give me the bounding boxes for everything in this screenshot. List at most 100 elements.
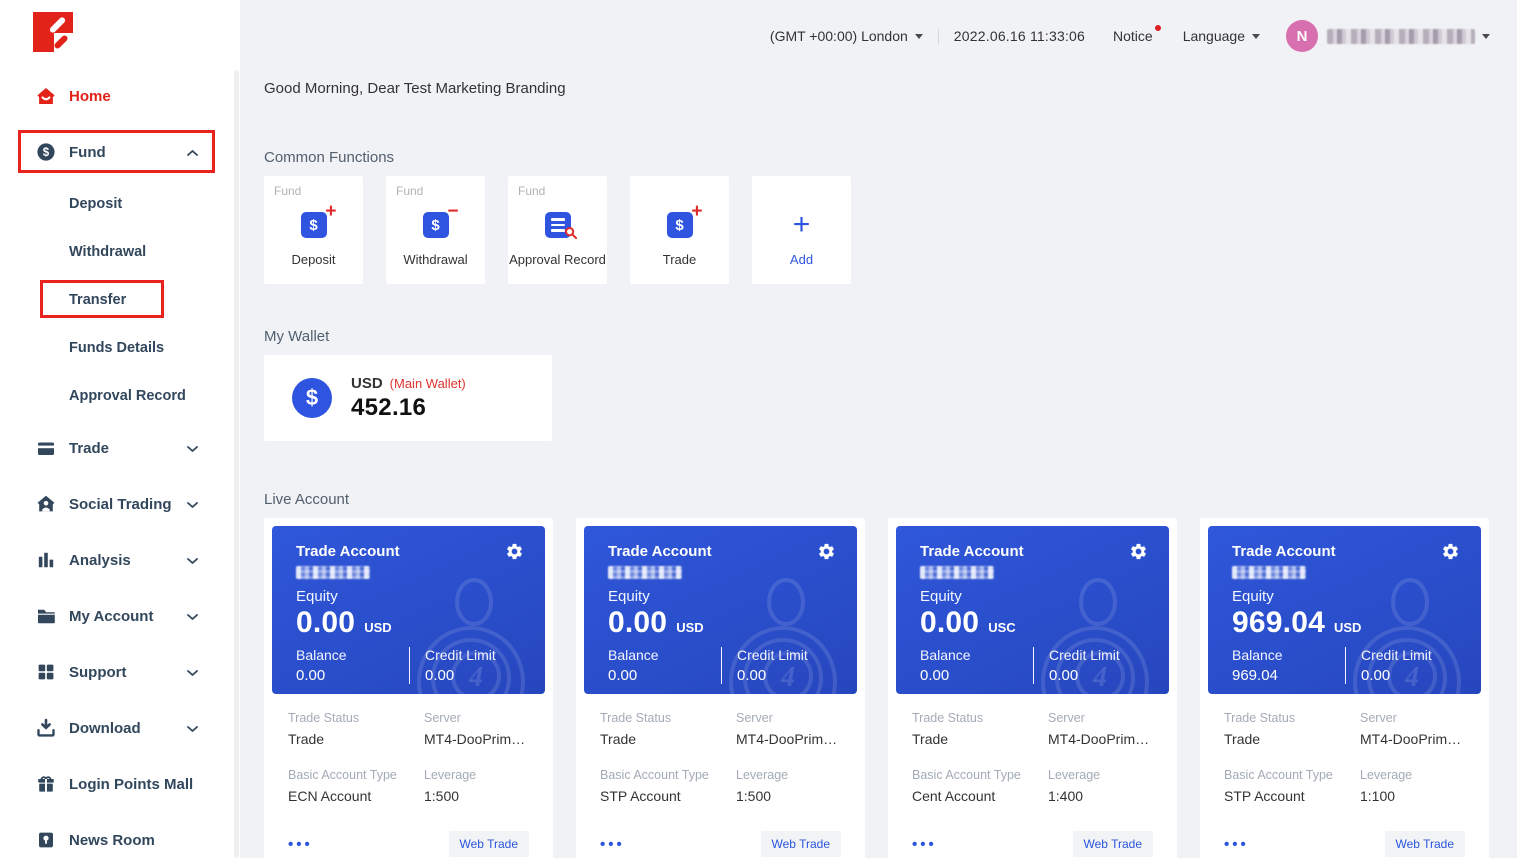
avatar[interactable]: N [1286, 20, 1318, 52]
sidebar-item-social-trading[interactable]: Social Trading [0, 476, 240, 532]
wallet-currency: USD [351, 375, 383, 392]
more-actions-button[interactable]: ••• [1224, 836, 1249, 853]
svg-text:$: $ [43, 147, 50, 159]
language-label: Language [1183, 28, 1245, 44]
server-value: MT4-DooPrime-Li... [424, 731, 529, 747]
cf-card-deposit[interactable]: Fund $+ Deposit [264, 176, 363, 284]
home-icon [36, 86, 56, 106]
credit-limit-label: Credit Limit [737, 647, 808, 663]
sidebar-sub-label: Funds Details [69, 340, 164, 356]
trade-status-label: Trade Status [600, 711, 736, 725]
sidebar-sub-label: Withdrawal [69, 244, 146, 260]
brand-logo-icon[interactable] [33, 12, 73, 52]
sidebar-item-analysis[interactable]: Analysis [0, 532, 240, 588]
sidebar-item-label: Trade [69, 440, 109, 457]
wallet-amount: 452.16 [351, 394, 466, 422]
account-panel: Trade Account Equity 0.00 USD Balance 0.… [272, 526, 545, 694]
live-account-card: Trade Account Equity 0.00 USD Balance 0.… [264, 518, 553, 858]
sidebar-item-my-account[interactable]: My Account [0, 588, 240, 644]
account-panel: Trade Account Equity 969.04 USD Balance … [1208, 526, 1481, 694]
notice-label: Notice [1113, 28, 1153, 44]
cf-card-trade[interactable]: $+ Trade [630, 176, 729, 284]
account-type-value: Cent Account [912, 788, 1048, 804]
account-type-label: Basic Account Type [288, 768, 424, 782]
settings-icon[interactable] [1129, 542, 1148, 566]
cf-card-add[interactable]: + Add [752, 176, 851, 284]
cf-label: Approval Record [509, 252, 606, 267]
language-dropdown[interactable]: Language [1183, 28, 1260, 44]
login-points-mall-icon [36, 774, 56, 794]
balance-value: 0.00 [608, 667, 721, 684]
leverage-value: 1:500 [736, 788, 841, 804]
settings-icon[interactable] [1441, 542, 1460, 566]
sidebar-item-support[interactable]: Support [0, 644, 240, 700]
notice-button[interactable]: Notice [1113, 28, 1153, 44]
sidebar-item-home[interactable]: Home [0, 68, 240, 124]
notice-badge-dot [1155, 25, 1161, 31]
timezone-dropdown[interactable]: (GMT +00:00) London [770, 28, 923, 44]
add-icon: + [793, 210, 811, 240]
equity-label: Equity [296, 588, 523, 605]
cf-card-withdrawal[interactable]: Fund $− Withdrawal [386, 176, 485, 284]
settings-icon[interactable] [817, 542, 836, 566]
chevron-down-icon [187, 552, 198, 569]
panel-divider [1345, 647, 1346, 684]
sidebar-item-label: Download [69, 720, 141, 737]
datetime-label: 2022.06.16 11:33:06 [954, 28, 1085, 44]
sidebar-item-trade[interactable]: Trade [0, 420, 240, 476]
plus-badge-icon: + [325, 202, 336, 221]
plus-badge-icon: + [691, 202, 702, 221]
sidebar-item-label: Support [69, 664, 127, 681]
server-label: Server [1360, 711, 1465, 725]
sidebar-item-withdrawal[interactable]: Withdrawal [0, 228, 240, 276]
sidebar-item-label: News Room [69, 832, 155, 849]
account-number-redacted [1232, 566, 1306, 579]
main-content: (GMT +00:00) London 2022.06.16 11:33:06 … [240, 0, 1517, 858]
wallet-card[interactable]: $ USD (Main Wallet) 452.16 [264, 355, 552, 441]
cf-category: Fund [396, 184, 423, 198]
wallet-main-tag: (Main Wallet) [390, 376, 466, 391]
web-trade-button[interactable]: Web Trade [449, 831, 529, 857]
account-details: Trade StatusTrade ServerMT4-DooPrime-Li.… [896, 694, 1169, 825]
sidebar-item-news-room[interactable]: News Room [0, 812, 240, 858]
trade-status-label: Trade Status [288, 711, 424, 725]
sidebar-item-login-points-mall[interactable]: Login Points Mall [0, 756, 240, 812]
account-number-redacted [296, 566, 370, 579]
approval-record-icon [545, 210, 571, 240]
sidebar-item-transfer[interactable]: Transfer [0, 276, 240, 324]
settings-icon[interactable] [505, 542, 524, 566]
balance-value: 0.00 [920, 667, 1033, 684]
minus-badge-icon: − [447, 202, 458, 221]
live-account-card: Trade Account Equity 0.00 USD Balance 0.… [576, 518, 865, 858]
chevron-down-icon [187, 608, 198, 625]
more-actions-button[interactable]: ••• [600, 836, 625, 853]
more-actions-button[interactable]: ••• [912, 836, 937, 853]
sidebar-item-funds-details[interactable]: Funds Details [0, 324, 240, 372]
sidebar-item-label: Social Trading [69, 496, 172, 513]
live-account-card: Trade Account Equity 969.04 USD Balance … [1200, 518, 1489, 858]
cf-card-approval-record[interactable]: Fund Approval Record [508, 176, 607, 284]
equity-label: Equity [608, 588, 835, 605]
analysis-icon [36, 550, 56, 570]
wallet-info: USD (Main Wallet) 452.16 [351, 375, 466, 422]
account-details: Trade StatusTrade ServerMT4-DooPrime-Li.… [272, 694, 545, 825]
account-card-title: Trade Account [920, 543, 1147, 560]
sidebar-item-fund[interactable]: $ Fund [0, 124, 240, 180]
username-redacted[interactable] [1327, 29, 1475, 44]
web-trade-button[interactable]: Web Trade [1385, 831, 1465, 857]
sidebar-item-download[interactable]: Download [0, 700, 240, 756]
sidebar-item-approval-record[interactable]: Approval Record [0, 372, 240, 420]
chevron-up-icon [187, 144, 198, 161]
web-trade-button[interactable]: Web Trade [1073, 831, 1153, 857]
balance-label: Balance [296, 647, 409, 663]
trade-icon [36, 438, 56, 458]
equity-currency: USD [1334, 620, 1361, 635]
download-icon [36, 718, 56, 738]
sidebar-item-deposit[interactable]: Deposit [0, 180, 240, 228]
web-trade-button[interactable]: Web Trade [761, 831, 841, 857]
social-trading-icon [36, 494, 56, 514]
topbar-divider [938, 29, 939, 44]
more-actions-button[interactable]: ••• [288, 836, 313, 853]
chevron-down-icon [187, 720, 198, 737]
equity-value: 0.00 [920, 606, 979, 640]
